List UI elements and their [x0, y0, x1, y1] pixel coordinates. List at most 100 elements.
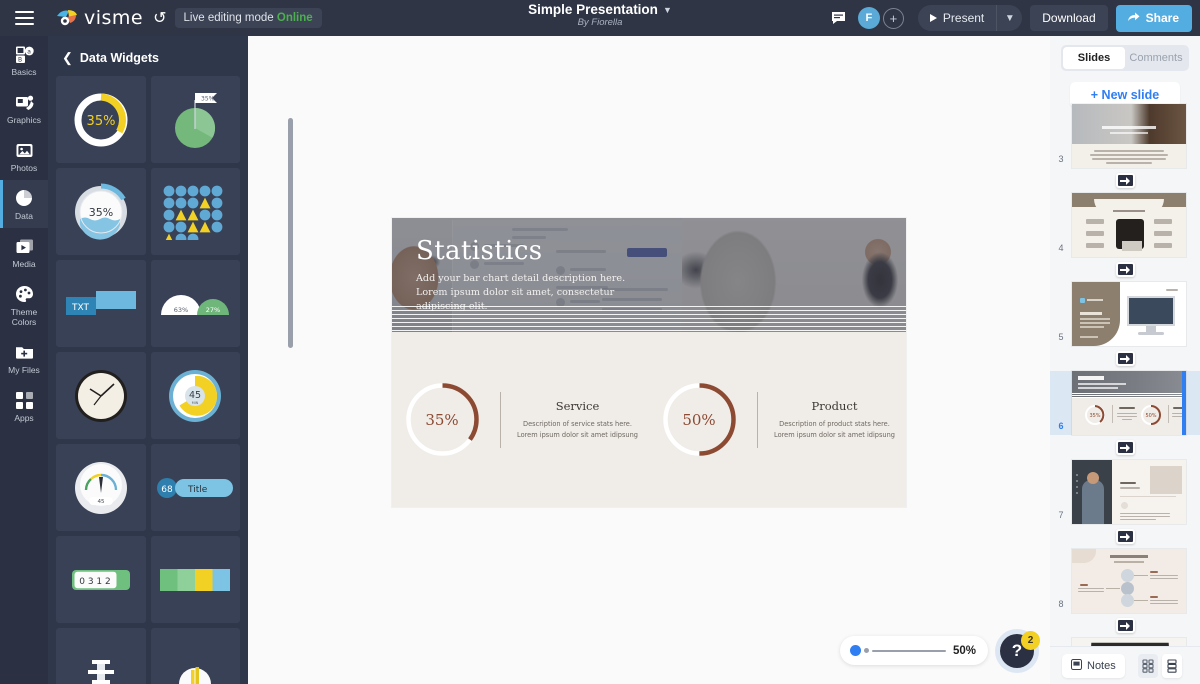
widget-donut-35-percent[interactable]: 35% [56, 76, 146, 163]
list-view-icon[interactable] [1162, 654, 1182, 678]
hero-text-block[interactable]: Statistics Add your bar chart detail des… [416, 236, 644, 314]
widget-dome[interactable] [151, 628, 241, 684]
present-button[interactable]: Present [918, 5, 996, 31]
sidebar-item-label: Basics [11, 67, 36, 77]
transition-icon[interactable] [1116, 351, 1135, 366]
widget-segmented-color-bar[interactable] [151, 536, 241, 623]
widget-analog-clock[interactable] [56, 352, 146, 439]
stat-text-product: Product Description of product stats her… [774, 399, 896, 441]
stat-divider [757, 392, 758, 448]
widget-bobbin[interactable] [56, 628, 146, 684]
transition-icon[interactable] [1116, 440, 1135, 455]
slide-thumbnail-6[interactable]: 35% 50% [1072, 371, 1186, 435]
help-notification-badge[interactable]: 2 [1021, 631, 1040, 650]
share-label: Share [1146, 11, 1179, 25]
sidebar-item-apps[interactable]: Apps [0, 382, 48, 430]
sidebar-item-my-files[interactable]: My Files [0, 334, 48, 382]
list-item[interactable]: 3 [1050, 140, 1200, 168]
share-button[interactable]: Share [1116, 5, 1192, 32]
transition-icon[interactable] [1116, 529, 1135, 544]
widget-value: 0 3 1 2 [79, 577, 111, 587]
page-title[interactable]: Simple Presentation [528, 2, 658, 17]
list-item[interactable]: 4 [1050, 193, 1200, 257]
slide-thumbnail-7[interactable] [1072, 460, 1186, 524]
list-item[interactable]: 5 [1050, 282, 1200, 346]
zoom-slider-track[interactable] [872, 650, 946, 652]
sidebar-item-theme-colors[interactable]: Theme Colors [0, 276, 48, 334]
stat-description: Description of service stats here. Lorem… [517, 419, 639, 441]
slide-transition-5[interactable] [1050, 346, 1200, 371]
sidebar-item-data[interactable]: Data [0, 180, 48, 228]
zoom-slider-handle[interactable] [850, 645, 861, 656]
widget-number-title-pill[interactable]: 68 Title [151, 444, 241, 531]
widget-pie-with-flag[interactable]: 35% [151, 76, 241, 163]
widget-value: 35% [89, 206, 113, 219]
widget-text-label-bar[interactable]: TXT [56, 260, 146, 347]
slides-panel: Slides Comments + New slide 3 [1050, 36, 1200, 684]
widget-value: 45 [189, 390, 201, 401]
transition-icon[interactable] [1116, 618, 1135, 633]
canvas-area[interactable]: Statistics Add your bar chart detail des… [248, 36, 1050, 684]
slide-transition-3[interactable] [1050, 168, 1200, 193]
slide-thumbnail-3[interactable] [1072, 104, 1186, 168]
zoom-slider-marker [864, 648, 869, 653]
widget-pictograph-dots-triangles[interactable] [151, 168, 241, 255]
avatar[interactable]: F [858, 7, 880, 29]
graphics-icon [14, 92, 34, 112]
panel-title: Data Widgets [80, 51, 159, 65]
undo-icon[interactable]: ↺ [153, 8, 166, 28]
list-item[interactable]: 8 [1050, 549, 1200, 613]
download-button[interactable]: Download [1030, 5, 1107, 31]
top-bar: visme ↺ Live editing mode Online Simple … [0, 0, 1200, 36]
stat-group-service[interactable]: 35% Service Description of service stats… [403, 380, 639, 459]
slide-transition-4[interactable] [1050, 257, 1200, 282]
zoom-percent-label: 50% [953, 645, 976, 657]
widget-radial-timer[interactable]: 45 MIN [151, 352, 241, 439]
tab-comments[interactable]: Comments [1125, 47, 1187, 69]
slide-heading: Statistics [416, 236, 644, 266]
slide-thumbnail-5[interactable] [1072, 282, 1186, 346]
list-item-selected[interactable]: 6 35% [1050, 371, 1200, 435]
widget-value: 35% [201, 95, 215, 102]
notes-icon [1071, 659, 1082, 673]
slide-thumbnail-8[interactable] [1072, 549, 1186, 613]
notes-button[interactable]: Notes [1062, 654, 1125, 678]
slides-list[interactable]: 3 [1050, 140, 1200, 670]
hero-stripe-decoration [392, 306, 906, 332]
chevron-down-icon[interactable]: ▼ [663, 5, 672, 15]
widget-liquid-fill-gauge[interactable]: 35% [56, 168, 146, 255]
donut-chart-service: 35% [403, 380, 482, 459]
svg-text:a: a [27, 48, 31, 55]
present-options-chevron-down-icon[interactable]: ▼ [996, 5, 1022, 31]
sidebar-item-photos[interactable]: Photos [0, 132, 48, 180]
live-editing-label: Live editing mode [184, 12, 274, 24]
sidebar-item-graphics[interactable]: Graphics [0, 84, 48, 132]
grid-view-icon[interactable] [1138, 654, 1158, 678]
widget-panel-scrollbar[interactable] [288, 118, 293, 348]
comment-icon[interactable] [828, 7, 850, 29]
widget-odometer-counter[interactable]: 0 3 1 2 [56, 536, 146, 623]
transition-icon[interactable] [1116, 173, 1135, 188]
tab-slides[interactable]: Slides [1063, 47, 1125, 69]
panel-header: ❮ Data Widgets [48, 36, 248, 76]
transition-icon[interactable] [1116, 262, 1135, 277]
stat-group-product[interactable]: 50% Product Description of product stats… [660, 380, 896, 459]
slide-transition-7[interactable] [1050, 524, 1200, 549]
stat-title: Product [774, 399, 896, 413]
sidebar-item-basics[interactable]: B a Basics [0, 36, 48, 84]
zoom-control[interactable]: 50% [840, 636, 988, 665]
slide-transition-6[interactable] [1050, 435, 1200, 460]
chevron-left-icon[interactable]: ❮ [62, 50, 73, 66]
hamburger-menu-icon[interactable] [0, 0, 48, 36]
data-widgets-panel: ❮ Data Widgets 35% 35% [48, 36, 248, 684]
notes-label: Notes [1087, 660, 1116, 672]
slide-canvas[interactable]: Statistics Add your bar chart detail des… [392, 218, 906, 507]
widget-speedometer-gauge[interactable]: 45 [56, 444, 146, 531]
list-item[interactable]: 7 [1050, 460, 1200, 524]
sidebar-item-media[interactable]: Media [0, 228, 48, 276]
thumb-donut-a: 35% [1089, 413, 1100, 419]
slide-thumbnail-4[interactable] [1072, 193, 1186, 257]
slide-transition-8[interactable] [1050, 613, 1200, 638]
add-collaborator-button[interactable]: + [883, 8, 904, 29]
widget-half-donut-pair[interactable]: 63% 27% [151, 260, 241, 347]
